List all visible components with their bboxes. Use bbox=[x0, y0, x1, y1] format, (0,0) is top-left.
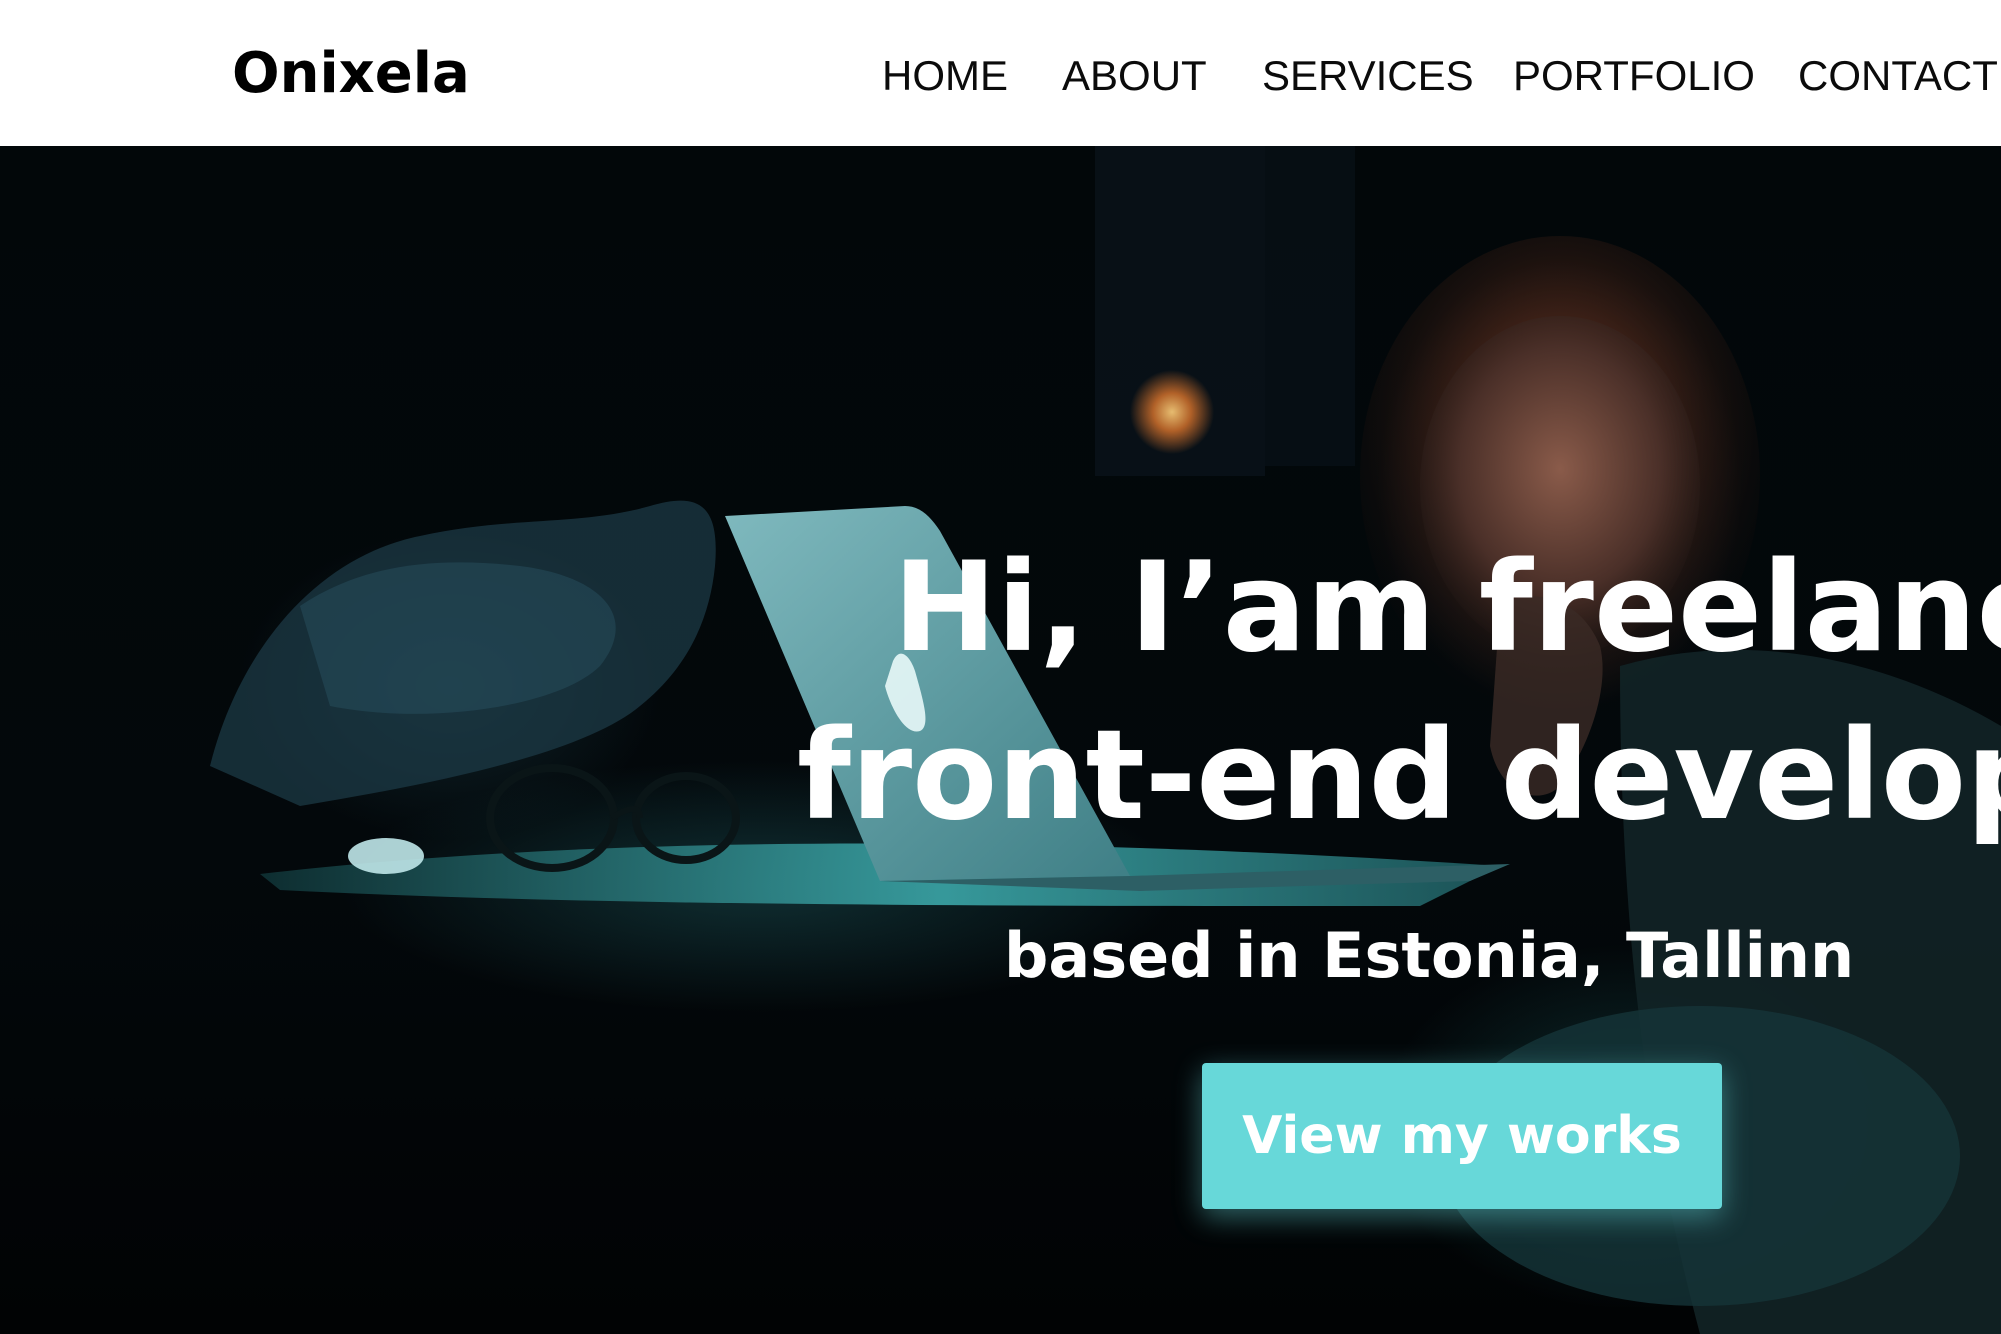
nav-link-home[interactable]: HOME bbox=[882, 48, 1008, 104]
page: Onixela HOME ABOUT SERVICES PORTFOLIO CO… bbox=[0, 0, 2001, 1334]
site-header: Onixela HOME ABOUT SERVICES PORTFOLIO CO… bbox=[0, 0, 2001, 146]
hero-headline-line-1: Hi, I’am freelancer bbox=[893, 536, 2001, 680]
hero-headline-line-2: front-end developer bbox=[797, 704, 2001, 848]
nav-link-portfolio[interactable]: PORTFOLIO bbox=[1513, 48, 1755, 104]
hero-subline: based in Estonia, Tallinn bbox=[1004, 919, 1855, 992]
view-my-works-button[interactable]: View my works bbox=[1202, 1063, 1722, 1209]
nav-link-services[interactable]: SERVICES bbox=[1262, 48, 1474, 104]
nav-link-about[interactable]: ABOUT bbox=[1062, 48, 1207, 104]
nav-link-contact[interactable]: CONTACT bbox=[1798, 48, 1998, 104]
hero-section: Hi, I’am freelancer front-end developer … bbox=[0, 146, 2001, 1334]
view-my-works-label: View my works bbox=[1242, 1106, 1682, 1166]
main-nav: HOME ABOUT SERVICES PORTFOLIO CONTACT bbox=[0, 48, 2001, 104]
